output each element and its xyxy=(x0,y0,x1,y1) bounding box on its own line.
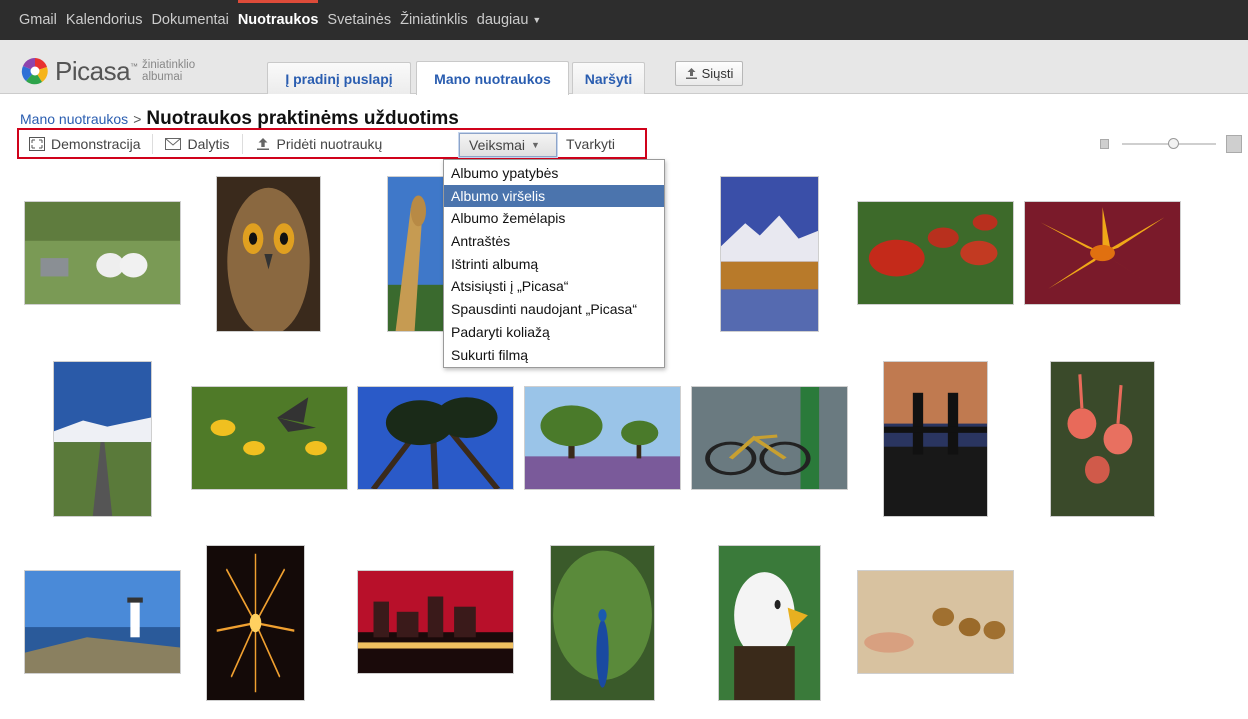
logo-subtitle-line2: albumai xyxy=(142,71,183,83)
logo-subtitle: žiniatinklio albumai xyxy=(142,59,195,83)
upload-icon xyxy=(685,68,697,79)
logo-subtitle-line1: žiniatinklio xyxy=(142,59,196,71)
logo-tm: ™ xyxy=(130,62,139,71)
chevron-down-icon: ▼ xyxy=(531,140,540,150)
breadcrumb-parent-link[interactable]: Mano nuotraukos xyxy=(20,111,128,127)
photo-eagle xyxy=(719,546,820,700)
share-label: Dalytis xyxy=(187,135,230,152)
tab-browse[interactable]: Naršyti xyxy=(572,62,645,94)
photo-road xyxy=(54,362,151,516)
nav-calendar[interactable]: Kalendorius xyxy=(66,0,143,40)
photo-lighthouse xyxy=(25,571,180,673)
upload-icon xyxy=(256,137,269,150)
photo-lily xyxy=(1025,202,1180,304)
photo-fireworks xyxy=(207,546,304,700)
menu-item[interactable]: Antraštės xyxy=(444,230,664,253)
organize-button[interactable]: Tvarkyti xyxy=(566,136,615,152)
slider-handle[interactable] xyxy=(1167,138,1179,149)
photo-thumbnail-lambs[interactable] xyxy=(24,201,181,305)
photo-thumbnail-bicycle[interactable] xyxy=(691,386,848,490)
menu-item[interactable]: Ištrinti albumą xyxy=(444,253,664,276)
fullscreen-icon xyxy=(29,136,45,151)
top-nav-bar: Gmail Kalendorius Dokumentai Nuotraukos … xyxy=(0,0,1248,40)
photo-thumbnail-eagle[interactable] xyxy=(718,545,821,701)
nav-photos[interactable]: Nuotraukos xyxy=(237,0,318,40)
share-button[interactable]: Dalytis xyxy=(153,133,243,154)
picasa-pinwheel-icon xyxy=(21,58,48,85)
actions-label: Veiksmai xyxy=(469,137,526,153)
photo-apples xyxy=(858,202,1013,304)
photo-thumbnail-road[interactable] xyxy=(53,361,152,517)
add-photos-button[interactable]: Pridėti nuotraukų xyxy=(243,134,395,154)
photo-thumbnail-mountain-lake[interactable] xyxy=(720,176,819,332)
photo-bicycle xyxy=(692,387,847,489)
photo-thumbnail-city-night[interactable] xyxy=(357,570,514,674)
photo-thumbnail-apples[interactable] xyxy=(857,201,1014,305)
slideshow-label: Demonstracija xyxy=(51,135,141,152)
album-toolbar: Demonstracija Dalytis Pridėti nuotraukų … xyxy=(17,128,647,159)
nav-more-label: daugiau xyxy=(476,12,529,28)
menu-item[interactable]: Padaryti koliažą xyxy=(444,321,664,344)
photo-thumbnail-flamingos[interactable] xyxy=(1050,361,1155,517)
menu-item[interactable]: Atsisiųsti į „Picasa“ xyxy=(444,275,664,298)
picasa-header: Picasa ™ žiniatinklio albumai Į pradinį … xyxy=(0,40,1248,95)
nav-web[interactable]: Žiniatinklis xyxy=(400,0,468,40)
photo-thumbnail-peacock[interactable] xyxy=(550,545,655,701)
logo-wordmark: Picasa xyxy=(55,56,131,86)
photo-city-night xyxy=(358,571,513,673)
actions-dropdown-button[interactable]: Veiksmai ▼ xyxy=(459,133,557,157)
photo-trees-lavender xyxy=(525,387,680,489)
breadcrumb-separator: > xyxy=(133,111,142,127)
photo-thumbnail-butterfly[interactable] xyxy=(191,386,348,490)
nav-sites[interactable]: Svetainės xyxy=(327,0,391,40)
photo-palms xyxy=(358,387,513,489)
menu-item[interactable]: Albumo ypatybės xyxy=(444,162,664,185)
album-title: Nuotraukos praktinėms užduotims xyxy=(146,108,459,129)
envelope-icon xyxy=(165,137,182,150)
upload-label: Siųsti xyxy=(701,66,734,81)
breadcrumb: Mano nuotraukos > Nuotraukos praktinėms … xyxy=(20,108,459,130)
upload-button[interactable]: Siųsti xyxy=(675,61,743,86)
photo-thumbnail-lighthouse[interactable] xyxy=(24,570,181,674)
thumbnail-size-slider[interactable] xyxy=(1100,134,1246,154)
photo-thumbnail-trees-lavender[interactable] xyxy=(524,386,681,490)
slideshow-button[interactable]: Demonstracija xyxy=(25,133,154,154)
large-thumbnail-icon xyxy=(1226,135,1242,153)
menu-item[interactable]: Sukurti filmą xyxy=(444,344,664,367)
nav-more[interactable]: daugiau ▼ xyxy=(477,0,542,40)
photo-thumbnail-owl[interactable] xyxy=(216,176,321,332)
photo-peacock xyxy=(551,546,654,700)
photo-tower-bridge xyxy=(884,362,987,516)
nav-documents[interactable]: Dokumentai xyxy=(151,0,228,40)
photo-lambs xyxy=(25,202,180,304)
photo-thumbnail-fireworks[interactable] xyxy=(206,545,305,701)
photo-flamingos xyxy=(1051,362,1154,516)
tab-home[interactable]: Į pradinį puslapį xyxy=(267,62,411,94)
photo-thumbnail-lily[interactable] xyxy=(1024,201,1181,305)
chevron-down-icon: ▼ xyxy=(532,15,542,25)
photo-thumbnail-tower-bridge[interactable] xyxy=(883,361,988,517)
menu-item[interactable]: Albumo žemėlapis xyxy=(444,207,664,230)
actions-menu: Albumo ypatybės Albumo viršelis Albumo žem… xyxy=(443,159,665,368)
photo-thumbnail-walnuts[interactable] xyxy=(857,570,1014,674)
nav-gmail[interactable]: Gmail xyxy=(19,0,57,40)
photo-mountain-lake xyxy=(721,177,818,331)
add-photos-label: Pridėti nuotraukų xyxy=(276,135,383,152)
menu-item[interactable]: Spausdinti naudojant „Picasa“ xyxy=(444,298,664,321)
small-thumbnail-icon xyxy=(1100,139,1109,149)
photo-owl xyxy=(217,177,320,331)
photo-thumbnail-palms[interactable] xyxy=(357,386,514,490)
photo-walnuts xyxy=(858,571,1013,673)
picasa-logo[interactable]: Picasa ™ žiniatinklio albumai xyxy=(20,56,195,86)
menu-item[interactable]: Albumo viršelis xyxy=(444,184,664,208)
photo-butterfly xyxy=(192,387,347,489)
tab-my-photos[interactable]: Mano nuotraukos xyxy=(416,61,569,95)
